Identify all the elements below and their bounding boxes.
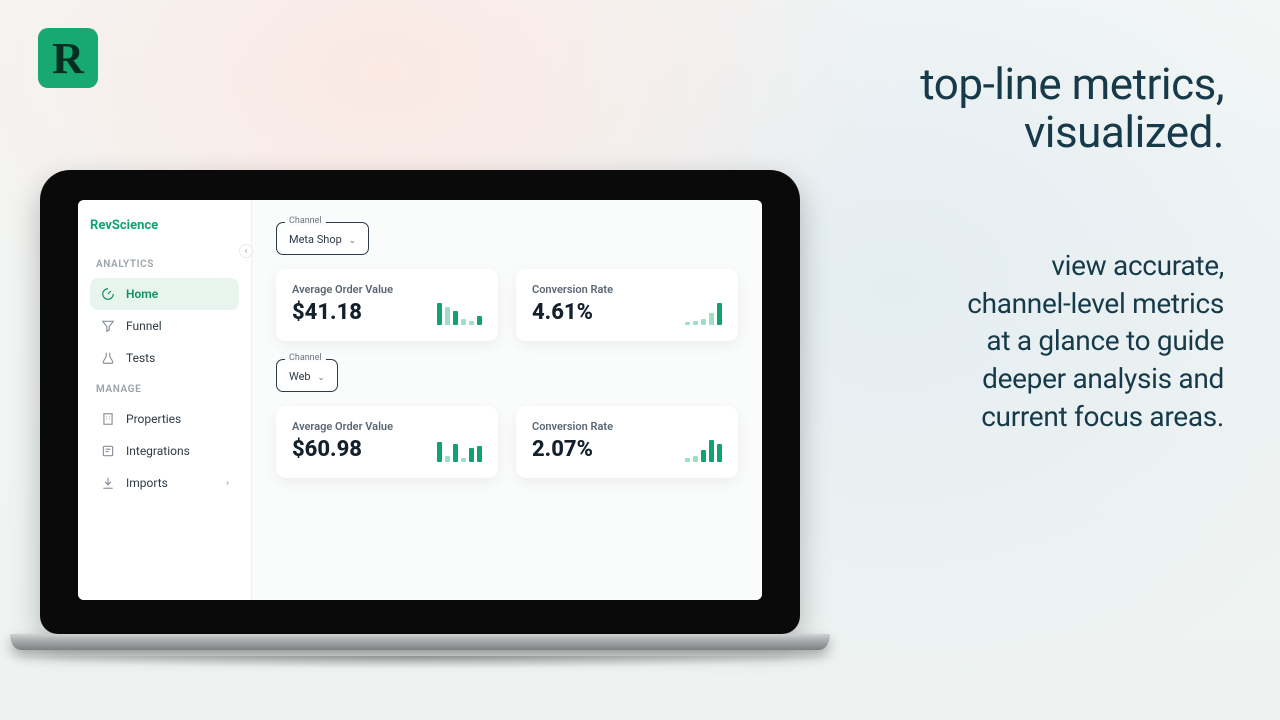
laptop-base xyxy=(10,634,830,650)
channel-picker-label: Channel xyxy=(285,353,326,363)
sidebar-item-label: Tests xyxy=(126,351,155,365)
metric-card-cvr[interactable]: Conversion Rate 2.07% xyxy=(516,406,738,478)
metric-card-aov[interactable]: Average Order Value $60.98 xyxy=(276,406,498,478)
hero-sub-line5: current focus areas. xyxy=(920,398,1224,436)
hero-sub-line2: channel-level metrics xyxy=(920,285,1224,323)
laptop-shadow xyxy=(0,656,840,670)
sidebar-section-manage: MANAGE xyxy=(96,384,239,395)
sparkline-bars xyxy=(437,432,482,462)
sidebar-item-label: Properties xyxy=(126,412,181,426)
sidebar-item-tests[interactable]: Tests xyxy=(90,342,239,374)
plug-icon xyxy=(100,443,116,459)
hero-sub-line1: view accurate, xyxy=(920,247,1224,285)
gauge-icon xyxy=(100,286,116,302)
hero-text: top-line metrics, visualized. view accur… xyxy=(920,60,1224,436)
sidebar-item-home[interactable]: Home xyxy=(90,278,239,310)
sidebar-item-label: Integrations xyxy=(126,444,190,458)
app-logo-badge: R xyxy=(38,28,98,88)
laptop-mockup: RevScience ‹ ANALYTICS Home Funnel xyxy=(40,170,800,670)
metric-card-cvr[interactable]: Conversion Rate 4.61% xyxy=(516,269,738,341)
hero-sub-line3: at a glance to guide xyxy=(920,322,1224,360)
sidebar-section-analytics: ANALYTICS xyxy=(96,259,239,270)
sidebar-item-label: Home xyxy=(126,287,158,301)
sidebar-brand: RevScience xyxy=(90,218,239,233)
sidebar-item-label: Funnel xyxy=(126,319,162,333)
dashboard-main: Channel Meta Shop ⌄ Average Order Value … xyxy=(252,200,762,600)
sidebar-item-properties[interactable]: Properties xyxy=(90,403,239,435)
chevron-down-icon: ⌄ xyxy=(317,373,325,383)
chevron-right-icon: › xyxy=(226,478,229,489)
beaker-icon xyxy=(100,350,116,366)
hero-headline-line2: visualized. xyxy=(920,108,1224,156)
funnel-icon xyxy=(100,318,116,334)
channel-picker-value: Web xyxy=(289,370,311,383)
metric-value: 4.61% xyxy=(532,300,613,325)
metric-label: Conversion Rate xyxy=(532,420,613,433)
hero-headline-line1: top-line metrics, xyxy=(920,60,1224,108)
channel-picker-label: Channel xyxy=(285,216,326,226)
metric-value: $41.18 xyxy=(292,300,393,325)
metric-label: Average Order Value xyxy=(292,283,393,296)
hero-sub-line4: deeper analysis and xyxy=(920,360,1224,398)
sidebar-item-integrations[interactable]: Integrations xyxy=(90,435,239,467)
building-icon xyxy=(100,411,116,427)
sidebar: RevScience ‹ ANALYTICS Home Funnel xyxy=(78,200,252,600)
channel-group-web: Channel Web ⌄ Average Order Value $60.98 xyxy=(276,359,738,478)
sparkline-bars xyxy=(685,432,722,462)
import-icon xyxy=(100,475,116,491)
sidebar-collapse-button[interactable]: ‹ xyxy=(239,244,253,258)
metric-card-aov[interactable]: Average Order Value $41.18 xyxy=(276,269,498,341)
sidebar-item-label: Imports xyxy=(126,476,168,490)
channel-picker[interactable]: Channel Web ⌄ xyxy=(276,359,338,392)
channel-picker[interactable]: Channel Meta Shop ⌄ xyxy=(276,222,369,255)
sparkline-bars xyxy=(685,295,722,325)
sparkline-bars xyxy=(437,295,482,325)
sidebar-item-imports[interactable]: Imports › xyxy=(90,467,239,499)
metric-value: $60.98 xyxy=(292,437,393,462)
metric-label: Average Order Value xyxy=(292,420,393,433)
metric-label: Conversion Rate xyxy=(532,283,613,296)
chevron-left-icon: ‹ xyxy=(244,246,247,257)
channel-group-meta-shop: Channel Meta Shop ⌄ Average Order Value … xyxy=(276,222,738,341)
metric-value: 2.07% xyxy=(532,437,613,462)
channel-picker-value: Meta Shop xyxy=(289,233,342,246)
app-screen: RevScience ‹ ANALYTICS Home Funnel xyxy=(78,200,762,600)
sidebar-item-funnel[interactable]: Funnel xyxy=(90,310,239,342)
app-logo-letter: R xyxy=(52,33,84,84)
chevron-down-icon: ⌄ xyxy=(349,236,357,246)
